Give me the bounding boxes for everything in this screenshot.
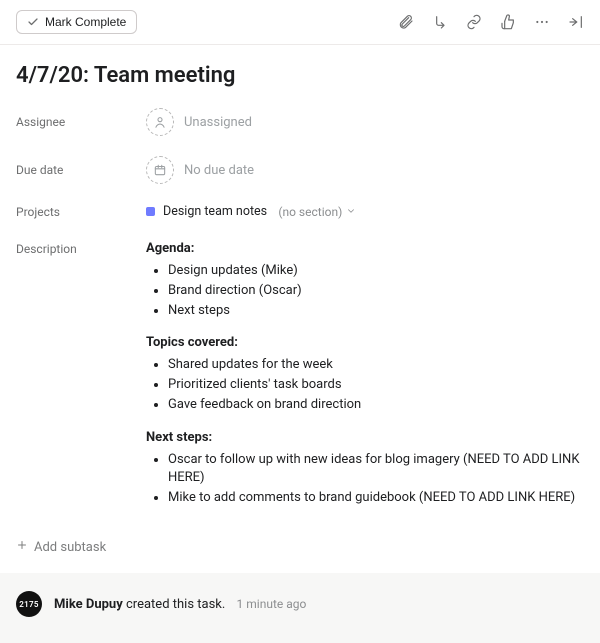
assignee-placeholder: Unassigned [184,115,252,130]
project-section-select[interactable]: (no section) [278,205,356,219]
description-heading: Topics covered: [146,335,238,350]
description-list-item: Shared updates for the week [168,356,584,375]
chevron-down-icon [346,205,356,219]
description-list-item: Next steps [168,302,584,321]
task-fields: Assignee Unassigned Due date No due date… [0,98,600,519]
description-heading: Next steps: [146,430,212,445]
description-content[interactable]: Agenda: Design updates (Mike)Brand direct… [146,240,584,509]
due-date-row: Due date No due date [16,146,584,194]
projects-value: Design team notes (no section) [146,204,584,220]
activity-user: Mike Dupuy [54,597,123,612]
description-list: Shared updates for the weekPrioritized c… [146,356,584,415]
description-list-item: Oscar to follow up with new ideas for bl… [168,451,584,489]
description-list-item: Mike to add comments to brand guidebook … [168,489,584,508]
mark-complete-button[interactable]: Mark Complete [16,10,137,34]
description-list: Oscar to follow up with new ideas for bl… [146,451,584,509]
assignee-value[interactable]: Unassigned [146,108,584,136]
project-chip[interactable]: Design team notes [146,204,267,219]
description-section: Topics covered: Shared updates for the we… [146,334,584,414]
description-section: Agenda: Design updates (Mike)Brand direct… [146,240,584,320]
person-icon [146,108,174,136]
add-subtask-label: Add subtask [34,540,106,555]
due-date-label: Due date [16,163,146,177]
avatar: 2175 [16,591,42,617]
plus-icon [16,539,28,555]
toolbar-actions [398,14,584,30]
description-list-item: Brand direction (Oscar) [168,282,584,301]
description-list-item: Design updates (Mike) [168,262,584,281]
more-icon[interactable] [534,14,550,30]
assignee-label: Assignee [16,115,146,129]
assignee-row: Assignee Unassigned [16,98,584,146]
like-icon[interactable] [500,14,516,30]
project-name: Design team notes [163,204,267,219]
description-label: Description [16,240,146,256]
activity-text: Mike Dupuy created this task. 1 minute a… [54,597,306,612]
task-toolbar: Mark Complete [0,0,600,45]
description-list-item: Gave feedback on brand direction [168,396,584,415]
collapse-icon[interactable] [568,14,584,30]
task-title[interactable]: 4/7/20: Team meeting [0,45,600,98]
description-section: Next steps: Oscar to follow up with new i… [146,429,584,508]
activity-action: created this task. [123,597,226,612]
link-icon[interactable] [466,14,482,30]
projects-label: Projects [16,205,146,219]
description-heading: Agenda: [146,241,194,256]
project-color-swatch [146,207,155,216]
calendar-icon [146,156,174,184]
due-date-value[interactable]: No due date [146,156,584,184]
activity-time: 1 minute ago [237,597,307,611]
description-row: Description Agenda: Design updates (Mike)… [16,230,584,519]
description-list: Design updates (Mike)Brand direction (Os… [146,262,584,321]
description-list-item: Prioritized clients' task boards [168,376,584,395]
due-date-placeholder: No due date [184,163,254,178]
subtask-icon[interactable] [432,14,448,30]
mark-complete-label: Mark Complete [45,16,126,28]
check-icon [27,16,39,28]
add-subtask-button[interactable]: Add subtask [0,519,122,573]
activity-entry: 2175 Mike Dupuy created this task. 1 min… [0,573,600,643]
attachment-icon[interactable] [398,14,414,30]
projects-row: Projects Design team notes (no section) [16,194,584,230]
project-section-label: (no section) [278,205,342,219]
